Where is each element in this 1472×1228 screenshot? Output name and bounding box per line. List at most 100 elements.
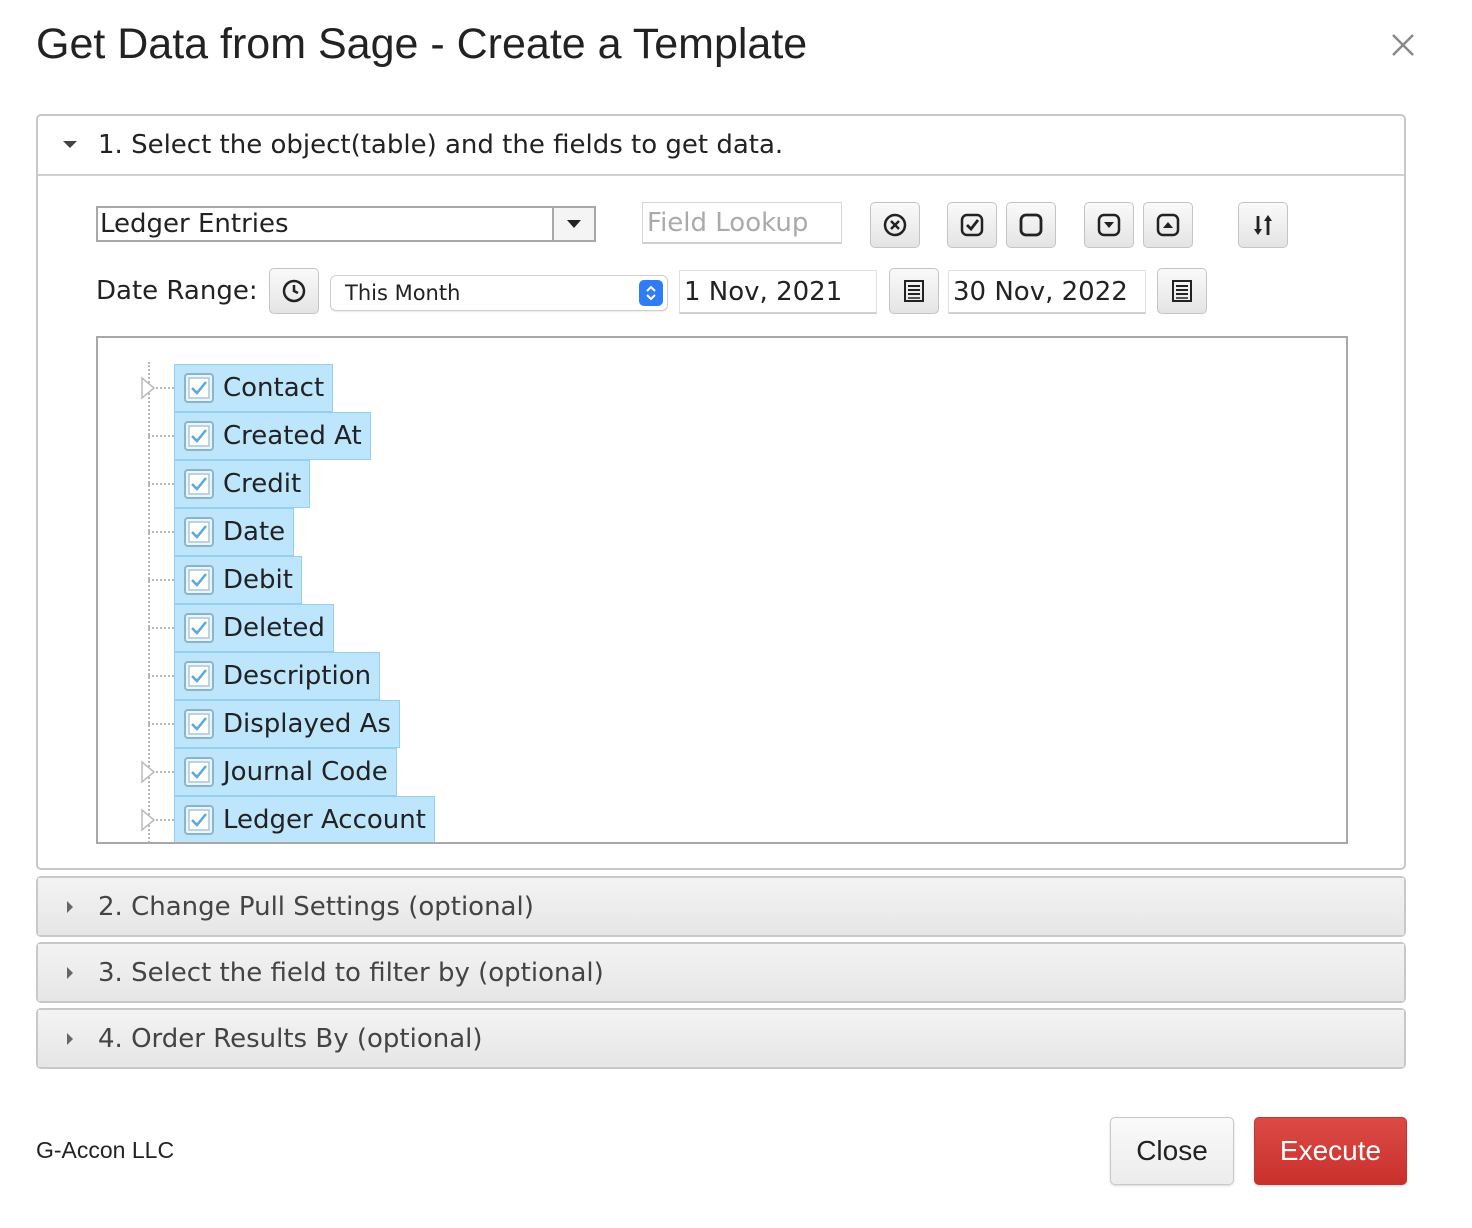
- field-item[interactable]: Deleted: [174, 604, 334, 652]
- tree-connector: [148, 627, 174, 629]
- field-item[interactable]: Contact: [174, 364, 334, 412]
- field-label: Debit: [223, 565, 293, 595]
- caret-right-icon: [67, 1032, 73, 1045]
- end-date-input[interactable]: 30 Nov, 2022: [948, 270, 1146, 314]
- checkbox-checked-icon[interactable]: [183, 516, 215, 548]
- field-item[interactable]: Ledger Account: [174, 796, 435, 842]
- tree-node: Credit: [148, 460, 311, 508]
- field-item[interactable]: Displayed As: [174, 700, 400, 748]
- field-item[interactable]: Journal Code: [174, 748, 397, 796]
- calendar-icon: [904, 280, 924, 302]
- clear-icon: [883, 213, 907, 237]
- caret-right-icon: [67, 900, 73, 913]
- field-item[interactable]: Created At: [174, 412, 371, 460]
- start-date-calendar-button[interactable]: [889, 268, 939, 314]
- date-range-preset-select[interactable]: This Month: [330, 275, 668, 311]
- date-range-clock-button[interactable]: [269, 268, 319, 314]
- checkbox-checked-icon[interactable]: [183, 708, 215, 740]
- object-select-value: Ledger Entries: [100, 209, 289, 239]
- checkbox-checked-icon[interactable]: [183, 420, 215, 452]
- field-label: Journal Code: [223, 757, 388, 787]
- uncheck-all-icon: [1019, 213, 1043, 237]
- expand-node-icon[interactable]: [140, 760, 156, 784]
- expand-all-icon: [1097, 213, 1121, 237]
- section-header-1[interactable]: 1. Select the object(table) and the fiel…: [38, 116, 1404, 176]
- tree-node: Ledger Account: [141, 796, 435, 842]
- expand-node-icon[interactable]: [140, 376, 156, 400]
- sort-button[interactable]: [1238, 202, 1288, 248]
- field-label: Displayed As: [223, 709, 391, 739]
- date-range-preset-value: This Month: [345, 281, 461, 305]
- checkbox-checked-icon[interactable]: [183, 372, 215, 404]
- checkbox-checked-icon[interactable]: [183, 612, 215, 644]
- calendar-icon: [1172, 280, 1192, 302]
- field-label: Date: [223, 517, 286, 547]
- end-date-calendar-button[interactable]: [1157, 268, 1207, 314]
- object-select[interactable]: Ledger Entries: [96, 206, 596, 242]
- tree-connector: [148, 435, 174, 437]
- checkbox-checked-icon[interactable]: [183, 468, 215, 500]
- field-label: Ledger Account: [223, 805, 426, 835]
- sort-icon: [1254, 215, 1272, 235]
- tree-connector: [148, 483, 174, 485]
- field-label: Created At: [223, 421, 362, 451]
- tree-node: Created At: [148, 412, 371, 460]
- field-item[interactable]: Credit: [174, 460, 311, 508]
- caret-right-icon: [67, 966, 73, 979]
- clear-button[interactable]: [870, 202, 920, 248]
- field-label: Contact: [223, 373, 325, 403]
- tree-node: Deleted: [148, 604, 334, 652]
- close-button[interactable]: Close: [1110, 1117, 1234, 1185]
- dialog-title: Get Data from Sage - Create a Template: [36, 20, 808, 68]
- field-item[interactable]: Debit: [174, 556, 302, 604]
- field-lookup-input[interactable]: [642, 202, 842, 244]
- date-range-label: Date Range:: [96, 276, 258, 306]
- tree-connector: [148, 675, 174, 677]
- execute-button[interactable]: Execute: [1254, 1117, 1407, 1185]
- tree-connector: [148, 579, 174, 581]
- start-date-input[interactable]: 1 Nov, 2021: [679, 270, 877, 314]
- section-header-4[interactable]: 4. Order Results By (optional): [38, 1010, 1404, 1067]
- checkbox-checked-icon[interactable]: [183, 804, 215, 836]
- checkbox-checked-icon[interactable]: [183, 564, 215, 596]
- section-order-results: 4. Order Results By (optional): [36, 1008, 1406, 1069]
- section-filter-field: 3. Select the field to filter by (option…: [36, 942, 1406, 1003]
- field-tree: Contact Created At Credit Date Debit Deleted D…: [96, 336, 1348, 844]
- section-pull-settings: 2. Change Pull Settings (optional): [36, 876, 1406, 937]
- collapse-all-icon: [1156, 213, 1180, 237]
- field-label: Description: [223, 661, 372, 691]
- expand-node-icon[interactable]: [140, 808, 156, 832]
- section-label: 2. Change Pull Settings (optional): [98, 891, 534, 922]
- clock-icon: [282, 279, 306, 303]
- checkbox-checked-icon[interactable]: [183, 660, 215, 692]
- checkbox-checked-icon[interactable]: [183, 756, 215, 788]
- section-select-object: 1. Select the object(table) and the fiel…: [36, 114, 1406, 870]
- check-all-button[interactable]: [947, 202, 997, 248]
- tree-node: Displayed As: [148, 700, 400, 748]
- close-icon[interactable]: [1386, 28, 1420, 62]
- field-item[interactable]: Description: [174, 652, 381, 700]
- tree-node: Description: [148, 652, 381, 700]
- field-item[interactable]: Date: [174, 508, 295, 556]
- updown-chevron-icon: [639, 280, 663, 306]
- section-header-2[interactable]: 2. Change Pull Settings (optional): [38, 878, 1404, 935]
- tree-connector: [148, 531, 174, 533]
- expand-all-button[interactable]: [1084, 202, 1134, 248]
- section-label: 3. Select the field to filter by (option…: [98, 957, 604, 988]
- field-label: Credit: [223, 469, 302, 499]
- company-name: G-Accon LLC: [36, 1137, 175, 1163]
- uncheck-all-button[interactable]: [1006, 202, 1056, 248]
- section-label: 4. Order Results By (optional): [98, 1023, 483, 1054]
- field-label: Deleted: [223, 613, 325, 643]
- check-all-icon: [960, 213, 984, 237]
- tree-connector: [148, 723, 174, 725]
- tree-node: Debit: [148, 556, 302, 604]
- tree-node: Date: [148, 508, 295, 556]
- tree-node: Contact: [141, 364, 334, 412]
- collapse-all-button[interactable]: [1143, 202, 1193, 248]
- dropdown-arrow-icon[interactable]: [552, 208, 594, 240]
- tree-node: Journal Code: [141, 748, 397, 796]
- section-header-3[interactable]: 3. Select the field to filter by (option…: [38, 944, 1404, 1001]
- caret-down-icon: [63, 141, 77, 148]
- section-label: 1. Select the object(table) and the fiel…: [98, 130, 784, 160]
